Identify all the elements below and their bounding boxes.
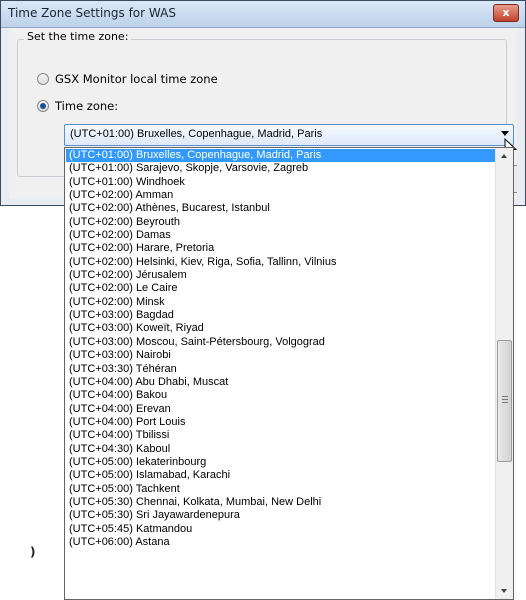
dropdown-item[interactable]: (UTC+03:00) Nairobi: [66, 349, 496, 362]
combobox-value: (UTC+01:00) Bruxelles, Copenhague, Madri…: [70, 128, 323, 140]
dropdown-item[interactable]: (UTC+01:00) Windhoek: [66, 176, 496, 189]
chevron-down-icon[interactable]: [501, 131, 509, 136]
title-bar[interactable]: Time Zone Settings for WAS x: [1, 1, 525, 28]
dropdown-item[interactable]: (UTC+04:00) Tbilissi: [66, 429, 496, 442]
dropdown-item[interactable]: (UTC+02:00) Harare, Pretoria: [66, 242, 496, 255]
time-zone-dropdown-list[interactable]: (UTC+01:00) Bruxelles, Copenhague, Madri…: [64, 147, 514, 600]
vertical-scrollbar[interactable]: [495, 148, 513, 599]
dropdown-item[interactable]: (UTC+06:00) Astana: [66, 536, 496, 549]
dropdown-item[interactable]: (UTC+04:00) Port Louis: [66, 416, 496, 429]
dropdown-item[interactable]: (UTC+02:00) Athènes, Bucarest, Istanbul: [66, 202, 496, 215]
dropdown-item[interactable]: (UTC+03:00) Moscou, Saint-Pétersbourg, V…: [66, 336, 496, 349]
background-text-fragment: ): [30, 545, 36, 559]
close-icon: x: [502, 6, 510, 19]
radio-label: GSX Monitor local time zone: [55, 72, 218, 86]
scroll-down-arrow-icon[interactable]: [497, 583, 512, 599]
dropdown-item[interactable]: (UTC+02:00) Jérusalem: [66, 269, 496, 282]
scrollbar-thumb[interactable]: [497, 340, 512, 462]
dropdown-item[interactable]: (UTC+02:00) Damas: [66, 229, 496, 242]
radio-button-checked[interactable]: [37, 100, 49, 112]
dropdown-item[interactable]: (UTC+02:00) Beyrouth: [66, 216, 496, 229]
dropdown-item[interactable]: (UTC+01:00) Bruxelles, Copenhague, Madri…: [66, 149, 496, 163]
scroll-up-arrow-icon[interactable]: [497, 148, 512, 164]
dropdown-item[interactable]: (UTC+03:00) Bagdad: [66, 309, 496, 322]
dropdown-item[interactable]: (UTC+05:30) Chennai, Kolkata, Mumbai, Ne…: [66, 496, 496, 509]
dropdown-item[interactable]: (UTC+04:30) Kaboul: [66, 443, 496, 456]
radio-local-time-zone[interactable]: GSX Monitor local time zone: [37, 70, 218, 88]
dropdown-item[interactable]: (UTC+05:00) Islamabad, Karachi: [66, 469, 496, 482]
time-zone-combobox[interactable]: (UTC+01:00) Bruxelles, Copenhague, Madri…: [64, 124, 514, 146]
dropdown-item[interactable]: (UTC+05:00) Iekaterinbourg: [66, 456, 496, 469]
dropdown-item[interactable]: (UTC+02:00) Amman: [66, 189, 496, 202]
dropdown-item[interactable]: (UTC+02:00) Helsinki, Kiev, Riga, Sofia,…: [66, 256, 496, 269]
radio-button-unchecked[interactable]: [37, 73, 49, 85]
dropdown-item[interactable]: (UTC+05:45) Katmandou: [66, 523, 496, 536]
radio-time-zone[interactable]: Time zone:: [37, 97, 118, 115]
close-button[interactable]: x: [493, 4, 519, 22]
dropdown-item[interactable]: (UTC+03:00) Koweït, Riyad: [66, 322, 496, 335]
dropdown-item[interactable]: (UTC+05:00) Tachkent: [66, 483, 496, 496]
dropdown-items: (UTC+01:00) Bruxelles, Copenhague, Madri…: [66, 149, 496, 549]
dropdown-item[interactable]: (UTC+04:00) Erevan: [66, 403, 496, 416]
dropdown-item[interactable]: (UTC+04:00) Abu Dhabi, Muscat: [66, 376, 496, 389]
dropdown-item[interactable]: (UTC+01:00) Sarajevo, Skopje, Varsovie, …: [66, 162, 496, 175]
radio-label: Time zone:: [55, 99, 119, 113]
grip-icon: [502, 396, 508, 403]
dropdown-item[interactable]: (UTC+02:00) Le Caire: [66, 282, 496, 295]
dropdown-item[interactable]: (UTC+03:30) Téhéran: [66, 363, 496, 376]
groupbox-label: Set the time zone:: [24, 30, 132, 43]
dropdown-item[interactable]: (UTC+05:30) Sri Jayawardenepura: [66, 509, 496, 522]
window-title: Time Zone Settings for WAS: [8, 6, 176, 20]
dropdown-item[interactable]: (UTC+02:00) Minsk: [66, 296, 496, 309]
dropdown-item[interactable]: (UTC+04:00) Bakou: [66, 389, 496, 402]
